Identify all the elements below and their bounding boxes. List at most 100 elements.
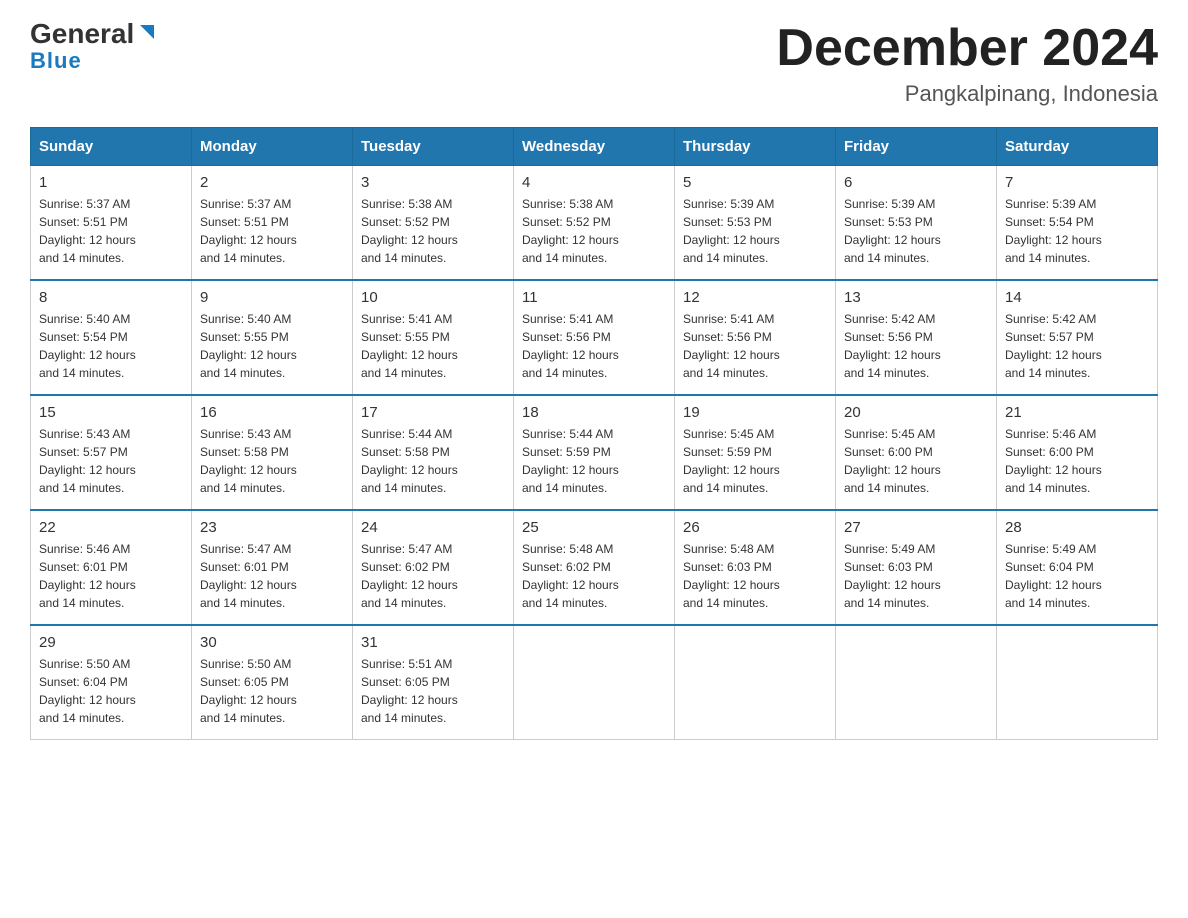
day-header-saturday: Saturday xyxy=(997,128,1158,166)
calendar-cell: 20 Sunrise: 5:45 AMSunset: 6:00 PMDaylig… xyxy=(836,395,997,510)
week-row-2: 8 Sunrise: 5:40 AMSunset: 5:54 PMDayligh… xyxy=(31,280,1158,395)
calendar-cell: 25 Sunrise: 5:48 AMSunset: 6:02 PMDaylig… xyxy=(514,510,675,625)
calendar-cell: 3 Sunrise: 5:38 AMSunset: 5:52 PMDayligh… xyxy=(353,166,514,281)
day-number: 25 xyxy=(522,519,666,536)
day-number: 15 xyxy=(39,404,183,421)
calendar-cell: 5 Sunrise: 5:39 AMSunset: 5:53 PMDayligh… xyxy=(675,166,836,281)
day-info: Sunrise: 5:44 AMSunset: 5:59 PMDaylight:… xyxy=(522,425,666,497)
day-info: Sunrise: 5:38 AMSunset: 5:52 PMDaylight:… xyxy=(522,195,666,267)
day-info: Sunrise: 5:37 AMSunset: 5:51 PMDaylight:… xyxy=(39,195,183,267)
day-number: 13 xyxy=(844,289,988,306)
day-number: 3 xyxy=(361,174,505,191)
calendar-cell: 6 Sunrise: 5:39 AMSunset: 5:53 PMDayligh… xyxy=(836,166,997,281)
calendar-cell: 28 Sunrise: 5:49 AMSunset: 6:04 PMDaylig… xyxy=(997,510,1158,625)
day-header-friday: Friday xyxy=(836,128,997,166)
day-info: Sunrise: 5:42 AMSunset: 5:56 PMDaylight:… xyxy=(844,310,988,382)
logo-general: General xyxy=(30,20,134,48)
calendar-cell xyxy=(997,625,1158,740)
calendar-cell: 27 Sunrise: 5:49 AMSunset: 6:03 PMDaylig… xyxy=(836,510,997,625)
day-number: 7 xyxy=(1005,174,1149,191)
calendar-cell: 30 Sunrise: 5:50 AMSunset: 6:05 PMDaylig… xyxy=(192,625,353,740)
calendar-cell: 23 Sunrise: 5:47 AMSunset: 6:01 PMDaylig… xyxy=(192,510,353,625)
day-number: 30 xyxy=(200,634,344,651)
day-number: 9 xyxy=(200,289,344,306)
day-number: 6 xyxy=(844,174,988,191)
day-info: Sunrise: 5:47 AMSunset: 6:02 PMDaylight:… xyxy=(361,540,505,612)
calendar-cell: 16 Sunrise: 5:43 AMSunset: 5:58 PMDaylig… xyxy=(192,395,353,510)
day-number: 5 xyxy=(683,174,827,191)
calendar-cell: 18 Sunrise: 5:44 AMSunset: 5:59 PMDaylig… xyxy=(514,395,675,510)
calendar-cell: 21 Sunrise: 5:46 AMSunset: 6:00 PMDaylig… xyxy=(997,395,1158,510)
day-info: Sunrise: 5:50 AMSunset: 6:04 PMDaylight:… xyxy=(39,655,183,727)
day-info: Sunrise: 5:44 AMSunset: 5:58 PMDaylight:… xyxy=(361,425,505,497)
day-info: Sunrise: 5:41 AMSunset: 5:55 PMDaylight:… xyxy=(361,310,505,382)
day-info: Sunrise: 5:38 AMSunset: 5:52 PMDaylight:… xyxy=(361,195,505,267)
calendar-cell: 31 Sunrise: 5:51 AMSunset: 6:05 PMDaylig… xyxy=(353,625,514,740)
day-number: 17 xyxy=(361,404,505,421)
calendar-cell: 13 Sunrise: 5:42 AMSunset: 5:56 PMDaylig… xyxy=(836,280,997,395)
day-info: Sunrise: 5:50 AMSunset: 6:05 PMDaylight:… xyxy=(200,655,344,727)
logo: General Blue xyxy=(30,20,158,74)
day-info: Sunrise: 5:51 AMSunset: 6:05 PMDaylight:… xyxy=(361,655,505,727)
calendar-cell: 15 Sunrise: 5:43 AMSunset: 5:57 PMDaylig… xyxy=(31,395,192,510)
calendar-cell: 4 Sunrise: 5:38 AMSunset: 5:52 PMDayligh… xyxy=(514,166,675,281)
day-number: 2 xyxy=(200,174,344,191)
day-number: 12 xyxy=(683,289,827,306)
day-header-sunday: Sunday xyxy=(31,128,192,166)
day-number: 20 xyxy=(844,404,988,421)
day-info: Sunrise: 5:48 AMSunset: 6:03 PMDaylight:… xyxy=(683,540,827,612)
day-info: Sunrise: 5:40 AMSunset: 5:54 PMDaylight:… xyxy=(39,310,183,382)
day-number: 1 xyxy=(39,174,183,191)
calendar-cell xyxy=(836,625,997,740)
day-number: 27 xyxy=(844,519,988,536)
calendar-cell: 14 Sunrise: 5:42 AMSunset: 5:57 PMDaylig… xyxy=(997,280,1158,395)
day-info: Sunrise: 5:43 AMSunset: 5:57 PMDaylight:… xyxy=(39,425,183,497)
location: Pangkalpinang, Indonesia xyxy=(776,81,1158,107)
day-info: Sunrise: 5:45 AMSunset: 5:59 PMDaylight:… xyxy=(683,425,827,497)
day-info: Sunrise: 5:47 AMSunset: 6:01 PMDaylight:… xyxy=(200,540,344,612)
day-info: Sunrise: 5:46 AMSunset: 6:01 PMDaylight:… xyxy=(39,540,183,612)
page-header: General Blue December 2024 Pangkalpinang… xyxy=(30,20,1158,107)
day-number: 4 xyxy=(522,174,666,191)
day-info: Sunrise: 5:40 AMSunset: 5:55 PMDaylight:… xyxy=(200,310,344,382)
day-header-tuesday: Tuesday xyxy=(353,128,514,166)
logo-blue: Blue xyxy=(30,48,82,74)
calendar-cell: 7 Sunrise: 5:39 AMSunset: 5:54 PMDayligh… xyxy=(997,166,1158,281)
calendar-cell: 24 Sunrise: 5:47 AMSunset: 6:02 PMDaylig… xyxy=(353,510,514,625)
day-info: Sunrise: 5:49 AMSunset: 6:03 PMDaylight:… xyxy=(844,540,988,612)
day-number: 23 xyxy=(200,519,344,536)
calendar-cell: 1 Sunrise: 5:37 AMSunset: 5:51 PMDayligh… xyxy=(31,166,192,281)
day-number: 21 xyxy=(1005,404,1149,421)
calendar-cell: 22 Sunrise: 5:46 AMSunset: 6:01 PMDaylig… xyxy=(31,510,192,625)
calendar-cell: 9 Sunrise: 5:40 AMSunset: 5:55 PMDayligh… xyxy=(192,280,353,395)
day-number: 16 xyxy=(200,404,344,421)
week-row-4: 22 Sunrise: 5:46 AMSunset: 6:01 PMDaylig… xyxy=(31,510,1158,625)
day-info: Sunrise: 5:39 AMSunset: 5:53 PMDaylight:… xyxy=(844,195,988,267)
calendar-cell: 29 Sunrise: 5:50 AMSunset: 6:04 PMDaylig… xyxy=(31,625,192,740)
day-number: 24 xyxy=(361,519,505,536)
day-header-monday: Monday xyxy=(192,128,353,166)
day-info: Sunrise: 5:46 AMSunset: 6:00 PMDaylight:… xyxy=(1005,425,1149,497)
day-info: Sunrise: 5:37 AMSunset: 5:51 PMDaylight:… xyxy=(200,195,344,267)
calendar-cell: 19 Sunrise: 5:45 AMSunset: 5:59 PMDaylig… xyxy=(675,395,836,510)
calendar-header-row: SundayMondayTuesdayWednesdayThursdayFrid… xyxy=(31,128,1158,166)
day-number: 14 xyxy=(1005,289,1149,306)
day-info: Sunrise: 5:42 AMSunset: 5:57 PMDaylight:… xyxy=(1005,310,1149,382)
calendar-cell xyxy=(514,625,675,740)
title-section: December 2024 Pangkalpinang, Indonesia xyxy=(776,20,1158,107)
day-number: 8 xyxy=(39,289,183,306)
day-number: 19 xyxy=(683,404,827,421)
day-info: Sunrise: 5:39 AMSunset: 5:54 PMDaylight:… xyxy=(1005,195,1149,267)
calendar-cell: 2 Sunrise: 5:37 AMSunset: 5:51 PMDayligh… xyxy=(192,166,353,281)
day-number: 29 xyxy=(39,634,183,651)
day-info: Sunrise: 5:39 AMSunset: 5:53 PMDaylight:… xyxy=(683,195,827,267)
calendar-cell xyxy=(675,625,836,740)
calendar-body: 1 Sunrise: 5:37 AMSunset: 5:51 PMDayligh… xyxy=(31,166,1158,740)
calendar-cell: 8 Sunrise: 5:40 AMSunset: 5:54 PMDayligh… xyxy=(31,280,192,395)
day-info: Sunrise: 5:49 AMSunset: 6:04 PMDaylight:… xyxy=(1005,540,1149,612)
day-info: Sunrise: 5:41 AMSunset: 5:56 PMDaylight:… xyxy=(522,310,666,382)
day-number: 18 xyxy=(522,404,666,421)
day-info: Sunrise: 5:45 AMSunset: 6:00 PMDaylight:… xyxy=(844,425,988,497)
week-row-3: 15 Sunrise: 5:43 AMSunset: 5:57 PMDaylig… xyxy=(31,395,1158,510)
calendar-table: SundayMondayTuesdayWednesdayThursdayFrid… xyxy=(30,127,1158,740)
